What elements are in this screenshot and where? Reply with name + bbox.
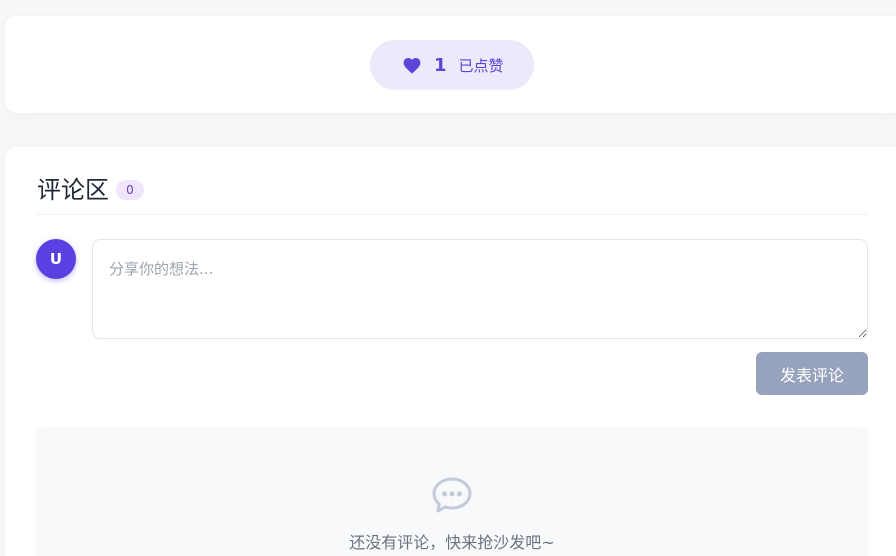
chat-bubble-icon bbox=[432, 476, 472, 514]
empty-state-text: 还没有评论，快来抢沙发吧~ bbox=[349, 533, 555, 552]
heart-icon bbox=[402, 56, 422, 74]
comment-count-badge: 0 bbox=[116, 180, 144, 200]
like-button[interactable]: 1 已点赞 bbox=[370, 40, 534, 90]
like-count: 1 bbox=[434, 54, 447, 76]
avatar: U bbox=[36, 239, 76, 279]
submit-comment-button[interactable]: 发表评论 bbox=[756, 352, 868, 395]
divider bbox=[37, 214, 868, 215]
comment-section-title: 评论区 bbox=[37, 176, 109, 204]
like-status-label: 已点赞 bbox=[458, 56, 504, 75]
comment-input[interactable] bbox=[92, 239, 868, 339]
